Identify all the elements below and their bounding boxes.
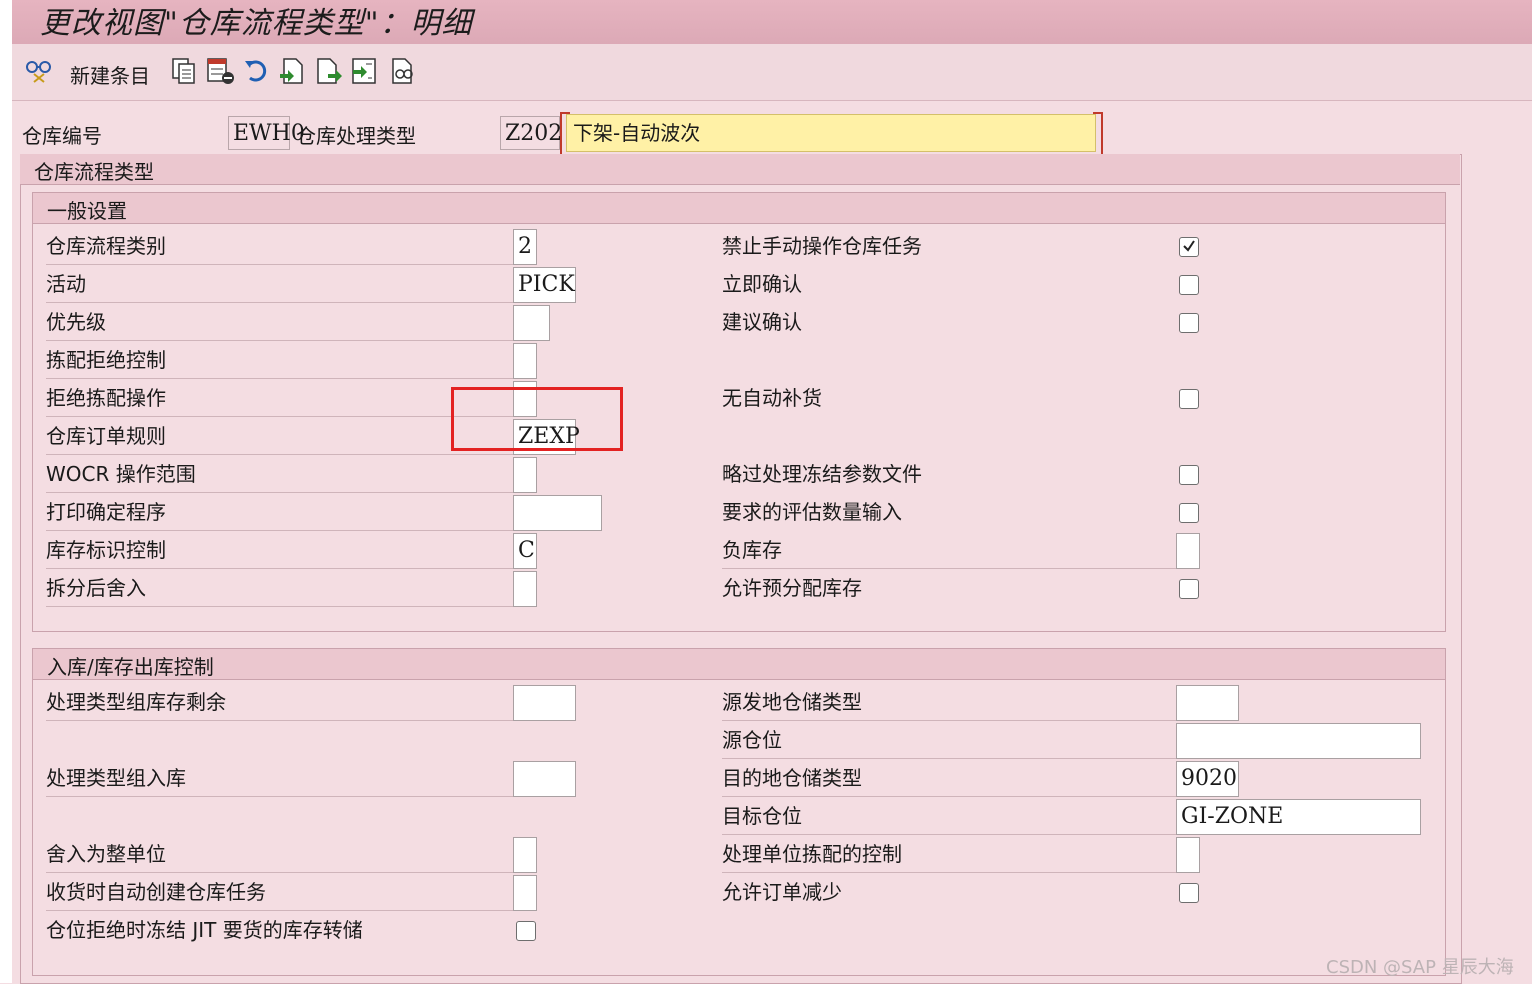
process-type-label: 仓库处理类型 — [296, 124, 416, 148]
row-label-activity: 活动 — [46, 266, 516, 303]
general-settings-title: 一般设置 — [47, 199, 127, 223]
print-icon[interactable] — [388, 56, 416, 86]
row-label-jit-block-on-denial: 仓位拒绝时冻结 JIT 要货的库存转储 — [46, 918, 363, 942]
focus-bracket-right — [1093, 112, 1103, 156]
outer-section-header: 仓库流程类型 — [20, 154, 1460, 185]
dest-bin-field[interactable]: GI-ZONE — [1176, 799, 1421, 835]
no-auto-replenishment-checkbox[interactable] — [1179, 389, 1199, 409]
glasses-icon[interactable] — [24, 56, 52, 86]
checkmark-icon — [1183, 240, 1195, 252]
row-label-source-bin: 源仓位 — [722, 722, 1177, 759]
print-determination-field[interactable] — [513, 495, 602, 531]
type-group-remaining-field[interactable] — [513, 685, 576, 721]
row-label-type-group-remaining: 处理类型组库存剩余 — [46, 684, 516, 721]
row-label-pick-denial-control: 拣配拒绝控制 — [46, 342, 516, 379]
round-whole-units-field[interactable] — [513, 837, 537, 873]
warehouse-number-label: 仓库编号 — [22, 124, 102, 148]
wocr-scope-field[interactable] — [513, 457, 537, 493]
stock-id-control-field[interactable]: C — [513, 533, 537, 569]
inbound-outbound-header: 入库/库存出库控制 — [33, 649, 1445, 680]
auto-create-wt-on-gr-field[interactable] — [513, 875, 537, 911]
outer-section-title: 仓库流程类型 — [34, 160, 154, 184]
row-label-propose-confirmation: 建议确认 — [722, 310, 802, 334]
select-block-icon[interactable] — [314, 56, 342, 86]
copy-icon[interactable] — [170, 56, 198, 86]
row-label-immediate-confirmation: 立即确认 — [722, 272, 802, 296]
row-label-auto-create-wt-on-gr: 收货时自动创建仓库任务 — [46, 874, 516, 911]
pick-denial-control-field[interactable] — [513, 343, 537, 379]
no-manual-wt-checkbox[interactable] — [1179, 237, 1199, 257]
process-type-field: Z202 — [500, 116, 562, 150]
annotation-highlight-box — [451, 387, 623, 451]
source-storage-type-field[interactable] — [1176, 685, 1239, 721]
toolbar: 新建条目 — [12, 44, 1532, 101]
new-entries-button[interactable]: 新建条目 — [70, 60, 150, 89]
row-label-allow-order-reduction: 允许订单减少 — [722, 880, 842, 904]
propose-confirmation-checkbox[interactable] — [1179, 313, 1199, 333]
row-label-estimated-qty-input: 要求的评估数量输入 — [722, 500, 902, 524]
row-label-priority: 优先级 — [46, 304, 516, 341]
row-label-dest-bin: 目标仓位 — [722, 798, 1177, 835]
watermark: CSDN @SAP 星辰大海 — [1326, 957, 1514, 978]
inbound-outbound-title: 入库/库存出库控制 — [47, 655, 214, 679]
row-label-allow-preallocated-stock: 允许预分配库存 — [722, 576, 862, 600]
immediate-confirmation-checkbox[interactable] — [1179, 275, 1199, 295]
activity-field[interactable]: PICK — [513, 267, 576, 303]
general-settings-header: 一般设置 — [33, 193, 1445, 224]
row-label-pick-denial-action: 拒绝拣配操作 — [46, 380, 516, 417]
warehouse-number-field: EWH0 — [228, 116, 305, 150]
process-type-description: 下架-自动波次 — [566, 114, 1096, 152]
focus-bracket-left — [560, 112, 570, 156]
row-label-rounding-after-split: 拆分后舍入 — [46, 570, 516, 607]
row-label-warehouse-order-rule: 仓库订单规则 — [46, 418, 516, 455]
hu-picking-control-field[interactable] — [1176, 837, 1200, 873]
undo-icon[interactable] — [242, 56, 270, 86]
type-group-putaway-field[interactable] — [513, 761, 576, 797]
deselect-all-icon[interactable] — [350, 56, 378, 86]
row-label-stock-id-control: 库存标识控制 — [46, 532, 516, 569]
rounding-after-split-field[interactable] — [513, 571, 537, 607]
estimated-qty-input-checkbox[interactable] — [1179, 503, 1199, 523]
left-strip — [0, 0, 12, 983]
row-label-dest-storage-type: 目的地仓储类型 — [722, 760, 1177, 797]
row-label-process-category: 仓库流程类别 — [46, 228, 516, 265]
row-label-no-manual-wt: 禁止手动操作仓库任务 — [722, 234, 922, 258]
process-category-field[interactable]: 2 — [513, 229, 537, 265]
row-label-hu-picking-control: 处理单位拣配的控制 — [722, 836, 1177, 873]
title-bar: 更改视图"仓库流程类型"：明细 — [12, 0, 1532, 45]
row-label-source-storage-type: 源发地仓储类型 — [722, 684, 1177, 721]
delete-icon[interactable] — [206, 56, 234, 86]
row-label-negative-stock: 负库存 — [722, 532, 1177, 569]
select-all-icon[interactable] — [278, 56, 306, 86]
skip-block-profile-checkbox[interactable] — [1179, 465, 1199, 485]
source-bin-field[interactable] — [1176, 723, 1421, 759]
row-label-print-determination: 打印确定程序 — [46, 494, 516, 531]
row-label-wocr-scope: WOCR 操作范围 — [46, 456, 516, 493]
priority-field[interactable] — [513, 305, 550, 341]
page-title: 更改视图"仓库流程类型"：明细 — [40, 6, 473, 41]
allow-order-reduction-checkbox[interactable] — [1179, 883, 1199, 903]
row-label-type-group-putaway: 处理类型组入库 — [46, 760, 516, 797]
jit-block-on-denial-checkbox[interactable] — [516, 921, 536, 941]
row-label-round-whole-units: 舍入为整单位 — [46, 836, 516, 873]
dest-storage-type-field[interactable]: 9020 — [1176, 761, 1239, 797]
negative-stock-field[interactable] — [1176, 533, 1200, 569]
allow-preallocated-stock-checkbox[interactable] — [1179, 579, 1199, 599]
row-label-no-auto-replenishment: 无自动补货 — [722, 386, 822, 410]
row-label-skip-block-profile: 略过处理冻结参数文件 — [722, 462, 922, 486]
